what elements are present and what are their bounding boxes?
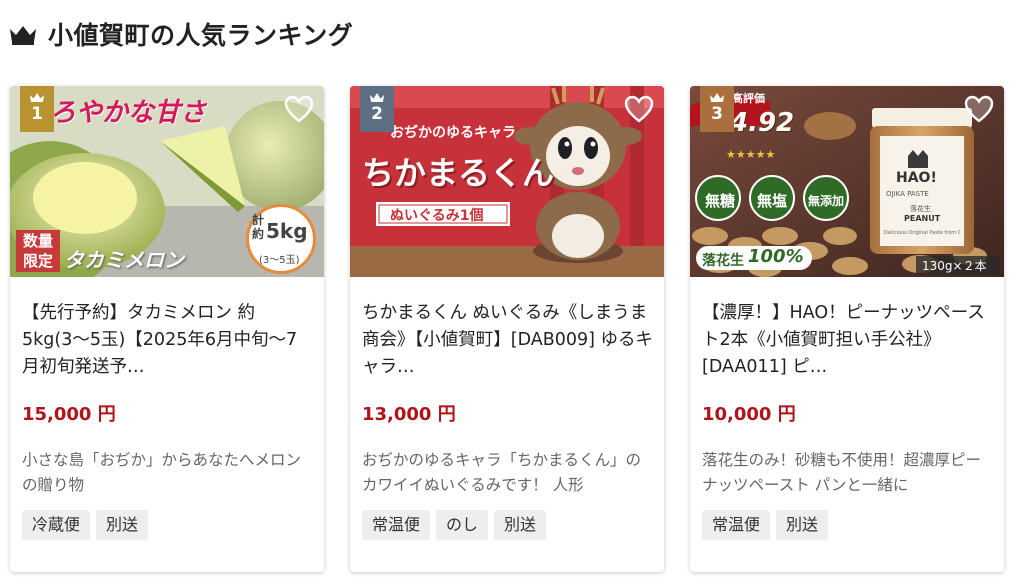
rank-badge: 2 <box>360 86 394 132</box>
rank-badge: 1 <box>20 86 54 132</box>
tag-list: 常温便 別送 <box>702 510 834 540</box>
crown-icon <box>370 93 384 102</box>
limited-badge-top: 数量 <box>22 232 53 250</box>
jar-sub: OJIKA PASTE <box>886 190 929 198</box>
product-price: 15,000 円 <box>22 404 116 425</box>
rating-label: 高評価 <box>732 92 765 105</box>
product-title[interactable]: 【先行予約】タカミメロン 約5kg(3〜5玉)【2025年6月中旬〜7月初旬発送… <box>22 300 314 381</box>
section-title: 小値賀町の人気ランキング <box>48 21 354 50</box>
tag-list: 冷蔵便 別送 <box>22 510 154 540</box>
heart-outline-icon[interactable] <box>624 95 654 123</box>
peanut-percent: 100% <box>748 246 804 267</box>
rank-number: 3 <box>711 104 723 124</box>
rank-number: 1 <box>31 104 43 124</box>
product-description: 落花生のみ！砂糖も不使用！超濃厚ピーナッツペースト パンと一緒に <box>702 451 982 494</box>
product-image[interactable]: とろやかな甘さ 数量 限定 タカミメロン 計 約 5kg (3〜5玉) 1 <box>10 86 324 277</box>
tag: 常温便 <box>702 510 771 540</box>
rating-value: 4.92 <box>730 108 795 138</box>
heart-outline-icon[interactable] <box>284 95 314 123</box>
weight-value: 5kg <box>266 219 308 243</box>
crown-icon <box>30 93 44 102</box>
image-product-name: タカミメロン <box>64 248 184 272</box>
jar-brand: HAO! <box>896 170 937 186</box>
product-description: おぢかのゆるキャラ「ちかまるくん」のカワイイぬいぐるみです！ 人形 <box>362 451 642 494</box>
size-label: 130g×２本 <box>922 259 987 273</box>
tag: 別送 <box>776 510 829 540</box>
image-banner: ぬいぐるみ1個 <box>390 208 484 224</box>
crown-icon <box>10 26 36 45</box>
product-image[interactable]: 高評価 4.92 ★★★★★ 無糖 無塩 無添加 落花生 100% HAO! O… <box>690 86 1004 277</box>
crown-icon <box>710 93 724 102</box>
jar-peanut: PEANUT <box>904 214 941 223</box>
weight-badge: 計 約 5kg (3〜5玉) <box>246 204 316 274</box>
rank-number: 2 <box>371 104 383 124</box>
tag: 別送 <box>494 510 547 540</box>
rating-stars: ★★★★★ <box>726 148 776 161</box>
tag: 別送 <box>96 510 149 540</box>
tag: 常温便 <box>362 510 431 540</box>
ranking-card[interactable]: おぢかのゆるキャラ ちかまるくん ぬいぐるみ1個 2 ちかまるくん ぬいぐるみ《… <box>350 86 664 572</box>
peanut-label: 落花生 <box>702 253 744 269</box>
tag: 冷蔵便 <box>22 510 91 540</box>
image-character-name: ちかまるくん <box>362 154 555 192</box>
limited-badge-bottom: 限定 <box>22 252 53 270</box>
badge-no-sugar: 無糖 <box>704 192 735 210</box>
weight-note: (3〜5玉) <box>259 255 300 266</box>
badge-no-salt: 無塩 <box>756 192 787 210</box>
rank-badge: 3 <box>700 86 734 132</box>
weight-prefix-2: 約 <box>252 227 265 241</box>
weight-prefix-1: 計 <box>252 213 265 227</box>
section-heading: 小値賀町の人気ランキング <box>8 14 353 54</box>
limited-badge: 数量 限定 <box>16 230 60 272</box>
ranking-card[interactable]: とろやかな甘さ 数量 限定 タカミメロン 計 約 5kg (3〜5玉) 1 【先… <box>10 86 324 572</box>
tag: のし <box>436 510 489 540</box>
jar-fine-print: Delicious Original Paste from OJIKA <box>884 230 960 236</box>
badge-no-additive: 無添加 <box>807 194 844 208</box>
heart-outline-icon[interactable] <box>964 95 994 123</box>
tag-list: 常温便 のし 別送 <box>362 510 552 540</box>
product-title[interactable]: ちかまるくん ぬいぐるみ《しまうま商会》【小値賀町】[DAB009] ゆるキャラ… <box>362 300 654 381</box>
image-tagline: おぢかのゆるキャラ <box>390 125 516 141</box>
product-price: 13,000 円 <box>362 404 456 425</box>
product-description: 小さな島「おぢか」からあなたへメロンの贈り物 <box>22 451 302 494</box>
product-image[interactable]: おぢかのゆるキャラ ちかまるくん ぬいぐるみ1個 2 <box>350 86 664 277</box>
jar-japanese: 落花生 <box>910 205 931 213</box>
product-price: 10,000 円 <box>702 404 796 425</box>
product-title[interactable]: 【濃厚！】HAO！ピーナッツペースト2本《小値賀町担い手公社》[DAA011] … <box>702 300 994 381</box>
ranking-card[interactable]: 高評価 4.92 ★★★★★ 無糖 無塩 無添加 落花生 100% HAO! O… <box>690 86 1004 572</box>
